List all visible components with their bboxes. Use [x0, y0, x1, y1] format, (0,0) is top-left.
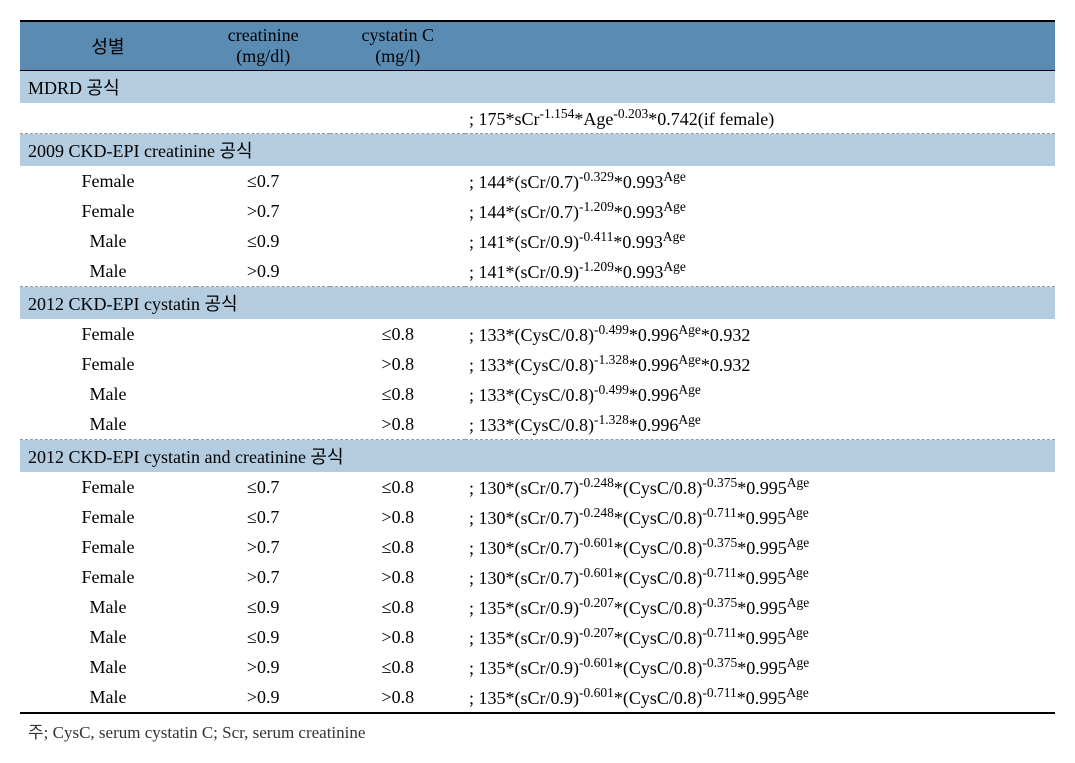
cell-cystatin: ≤0.8 — [330, 532, 465, 562]
cell-formula: ; 130*(sCr/0.7)-0.248*(CysC/0.8)-0.375*0… — [465, 472, 1055, 502]
cell-formula: ; 135*(sCr/0.9)-0.207*(CysC/0.8)-0.711*0… — [465, 622, 1055, 652]
cell-formula: ; 133*(CysC/0.8)-1.328*0.996Age — [465, 409, 1055, 440]
section-title: 2012 CKD-EPI cystatin 공식 — [20, 287, 1055, 320]
cell-creatinine — [196, 409, 331, 440]
table-header: 성별 creatinine (mg/dl) cystatin C (mg/l) — [20, 21, 1055, 71]
cell-formula: ; 130*(sCr/0.7)-0.248*(CysC/0.8)-0.711*0… — [465, 502, 1055, 532]
cell-sex: Male — [20, 592, 196, 622]
cell-creatinine: >0.9 — [196, 652, 331, 682]
cell-cystatin: >0.8 — [330, 562, 465, 592]
cell-formula: ; 175*sCr-1.154*Age-0.203*0.742(if femal… — [465, 103, 1055, 134]
table-footnote: 주; CysC, serum cystatin C; Scr, serum cr… — [20, 714, 1055, 743]
cell-cystatin — [330, 166, 465, 196]
cell-creatinine: >0.7 — [196, 196, 331, 226]
egfr-formula-table: 성별 creatinine (mg/dl) cystatin C (mg/l) … — [20, 20, 1055, 714]
cell-creatinine: ≤0.9 — [196, 592, 331, 622]
cell-cystatin: >0.8 — [330, 682, 465, 713]
header-sex: 성별 — [20, 21, 196, 71]
cell-creatinine — [196, 103, 331, 134]
cell-sex: Female — [20, 319, 196, 349]
cell-creatinine: ≤0.7 — [196, 472, 331, 502]
cell-sex: Female — [20, 502, 196, 532]
cell-formula: ; 133*(CysC/0.8)-0.499*0.996Age*0.932 — [465, 319, 1055, 349]
cell-creatinine — [196, 349, 331, 379]
cell-sex: Female — [20, 532, 196, 562]
cell-cystatin — [330, 103, 465, 134]
cell-cystatin: >0.8 — [330, 409, 465, 440]
cell-creatinine: ≤0.7 — [196, 502, 331, 532]
cell-cystatin: >0.8 — [330, 622, 465, 652]
cell-formula: ; 130*(sCr/0.7)-0.601*(CysC/0.8)-0.375*0… — [465, 532, 1055, 562]
cell-formula: ; 135*(sCr/0.9)-0.207*(CysC/0.8)-0.375*0… — [465, 592, 1055, 622]
cell-cystatin: ≤0.8 — [330, 379, 465, 409]
header-cystatin: cystatin C (mg/l) — [330, 21, 465, 71]
section-title: MDRD 공식 — [20, 71, 1055, 104]
cell-sex: Female — [20, 562, 196, 592]
cell-sex — [20, 103, 196, 134]
cell-cystatin — [330, 256, 465, 287]
cell-formula: ; 141*(sCr/0.9)-1.209*0.993Age — [465, 256, 1055, 287]
header-formula — [465, 21, 1055, 71]
cell-creatinine — [196, 379, 331, 409]
cell-creatinine: >0.9 — [196, 256, 331, 287]
cell-creatinine: ≤0.9 — [196, 622, 331, 652]
cell-sex: Male — [20, 622, 196, 652]
table-body: MDRD 공식; 175*sCr-1.154*Age-0.203*0.742(i… — [20, 71, 1055, 714]
cell-sex: Male — [20, 682, 196, 713]
cell-sex: Male — [20, 409, 196, 440]
cell-sex: Male — [20, 256, 196, 287]
cell-cystatin: >0.8 — [330, 502, 465, 532]
cell-creatinine: ≤0.7 — [196, 166, 331, 196]
cell-sex: Male — [20, 652, 196, 682]
egfr-formula-table-wrap: 성별 creatinine (mg/dl) cystatin C (mg/l) … — [20, 20, 1055, 743]
cell-sex: Male — [20, 226, 196, 256]
section-title: 2012 CKD-EPI cystatin and creatinine 공식 — [20, 440, 1055, 473]
cell-formula: ; 135*(sCr/0.9)-0.601*(CysC/0.8)-0.711*0… — [465, 682, 1055, 713]
cell-cystatin: >0.8 — [330, 349, 465, 379]
cell-cystatin: ≤0.8 — [330, 592, 465, 622]
cell-sex: Female — [20, 196, 196, 226]
header-creatinine: creatinine (mg/dl) — [196, 21, 331, 71]
cell-cystatin — [330, 226, 465, 256]
cell-cystatin — [330, 196, 465, 226]
cell-sex: Female — [20, 349, 196, 379]
cell-formula: ; 144*(sCr/0.7)-0.329*0.993Age — [465, 166, 1055, 196]
cell-sex: Male — [20, 379, 196, 409]
cell-cystatin: ≤0.8 — [330, 472, 465, 502]
cell-creatinine — [196, 319, 331, 349]
cell-sex: Female — [20, 472, 196, 502]
cell-formula: ; 144*(sCr/0.7)-1.209*0.993Age — [465, 196, 1055, 226]
cell-formula: ; 133*(CysC/0.8)-0.499*0.996Age — [465, 379, 1055, 409]
cell-cystatin: ≤0.8 — [330, 652, 465, 682]
section-title: 2009 CKD-EPI creatinine 공식 — [20, 134, 1055, 167]
cell-formula: ; 135*(sCr/0.9)-0.601*(CysC/0.8)-0.375*0… — [465, 652, 1055, 682]
cell-creatinine: >0.7 — [196, 532, 331, 562]
cell-creatinine: ≤0.9 — [196, 226, 331, 256]
cell-formula: ; 141*(sCr/0.9)-0.411*0.993Age — [465, 226, 1055, 256]
cell-creatinine: >0.9 — [196, 682, 331, 713]
cell-cystatin: ≤0.8 — [330, 319, 465, 349]
cell-sex: Female — [20, 166, 196, 196]
cell-formula: ; 133*(CysC/0.8)-1.328*0.996Age*0.932 — [465, 349, 1055, 379]
cell-formula: ; 130*(sCr/0.7)-0.601*(CysC/0.8)-0.711*0… — [465, 562, 1055, 592]
cell-creatinine: >0.7 — [196, 562, 331, 592]
